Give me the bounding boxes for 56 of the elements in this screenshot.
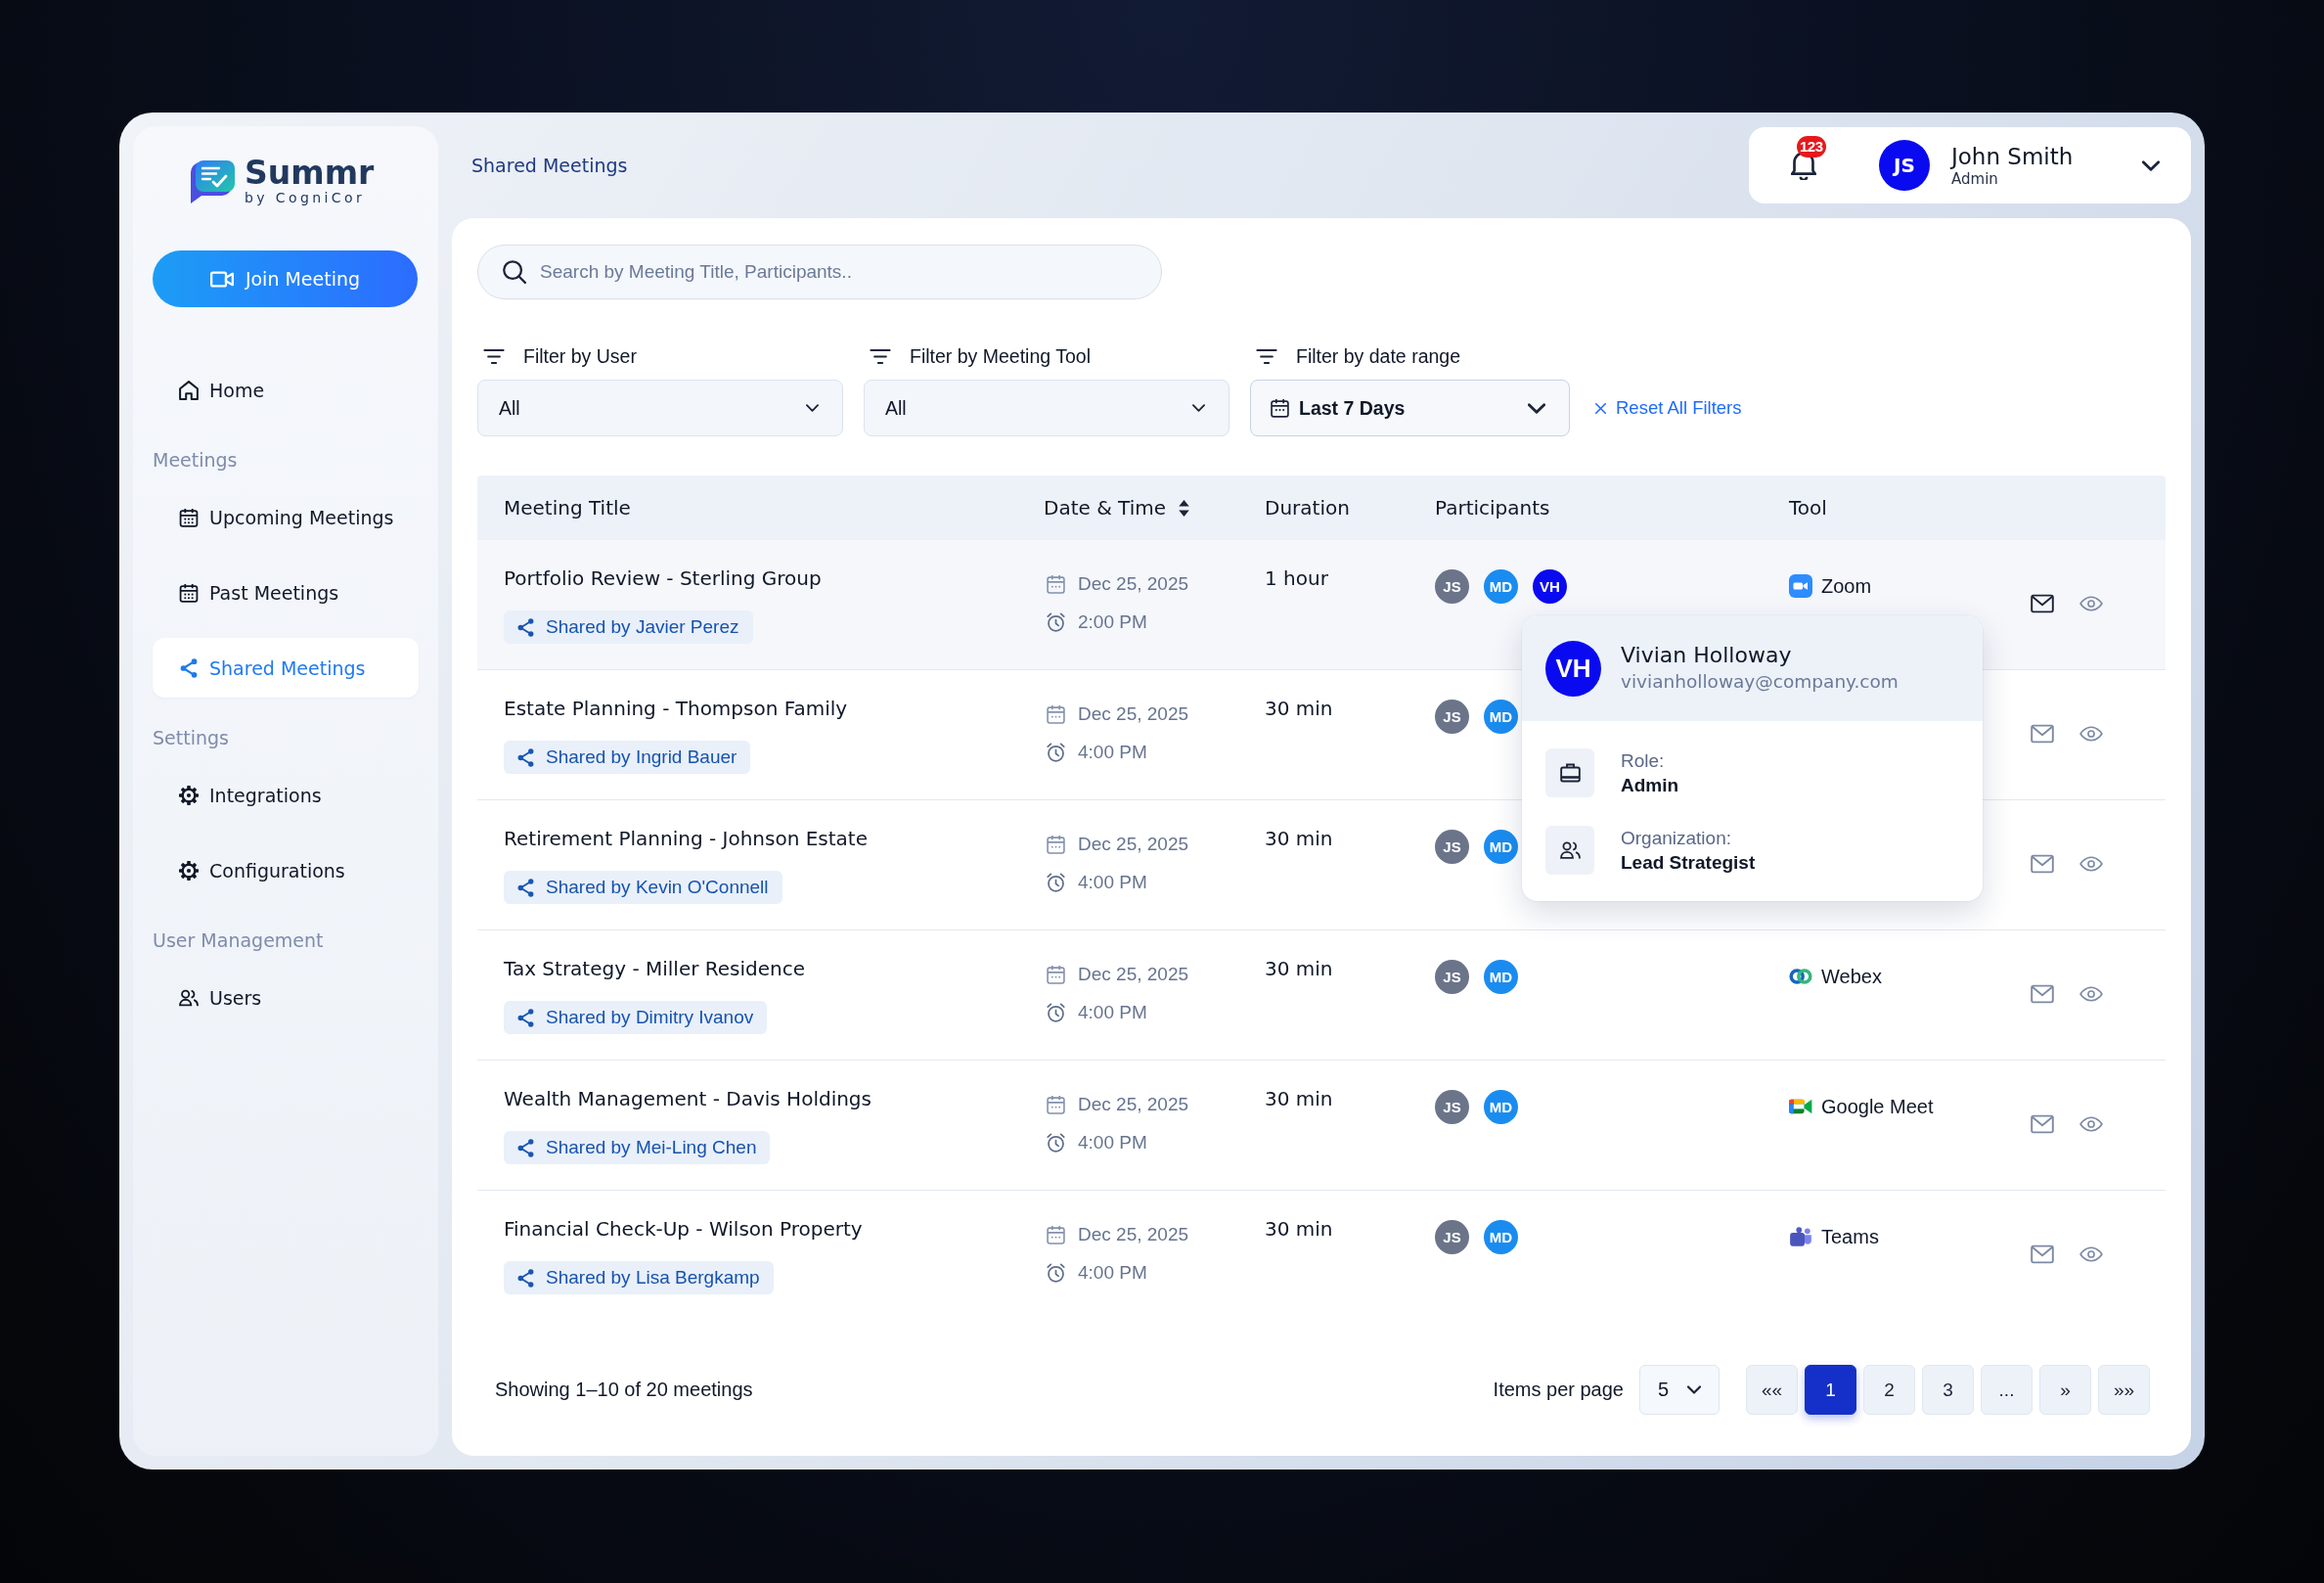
meeting-time: 4:00 PM	[1078, 1002, 1147, 1023]
tool-name: Zoom	[1821, 574, 1872, 598]
section-heading: User Management	[153, 928, 325, 953]
meeting-date: Dec 25, 2025	[1078, 964, 1189, 985]
notification-badge: 123	[1797, 136, 1826, 158]
filter-label: Filter by date range	[1296, 344, 1460, 368]
shared-by-text: Shared by Javier Perez	[546, 616, 739, 638]
brand-name: Summr	[245, 157, 375, 190]
meeting-date: Dec 25, 2025	[1078, 703, 1189, 725]
meeting-duration: 30 min	[1265, 1217, 1333, 1241]
meeting-title: Portfolio Review - Sterling Group	[504, 565, 822, 592]
meeting-title: Retirement Planning - Johnson Estate	[504, 826, 868, 852]
participant-email: vivianholloway@company.com	[1621, 670, 1899, 694]
page-title: Shared Meetings	[470, 155, 628, 176]
participant-name: Vivian Holloway	[1621, 642, 1793, 669]
tool-name: Google Meet	[1821, 1095, 1934, 1118]
meeting-duration: 1 hour	[1265, 566, 1328, 590]
items-per-page-label: Items per page	[1493, 1379, 1624, 1401]
detail-value: Lead Strategist	[1621, 851, 1756, 875]
shared-by-text: Shared by Mei-Ling Chen	[546, 1137, 757, 1158]
shared-by-text: Shared by Lisa Bergkamp	[546, 1267, 760, 1289]
user-role: Admin	[1951, 170, 1999, 188]
meeting-date: Dec 25, 2025	[1078, 1094, 1189, 1115]
meeting-title: Estate Planning - Thompson Family	[504, 696, 848, 722]
participant-avatar: VH	[1545, 640, 1601, 697]
filter-label: Filter by Meeting Tool	[910, 344, 1091, 368]
detail-value: Admin	[1621, 774, 1679, 797]
brand-tagline: by CogniCor	[245, 190, 367, 206]
meeting-time: 4:00 PM	[1078, 1262, 1147, 1284]
detail-label: Role:	[1621, 749, 1666, 773]
shared-by-text: Shared by Dimitry Ivanov	[546, 1007, 754, 1028]
detail-label: Organization:	[1621, 827, 1732, 850]
meeting-duration: 30 min	[1265, 957, 1333, 980]
meeting-duration: 30 min	[1265, 1087, 1333, 1110]
meeting-date: Dec 25, 2025	[1078, 573, 1189, 595]
meeting-time: 4:00 PM	[1078, 742, 1147, 763]
meeting-time: 2:00 PM	[1078, 611, 1147, 633]
section-heading: Settings	[153, 726, 230, 750]
tool-name: Webex	[1821, 965, 1882, 988]
meeting-time: 4:00 PM	[1078, 872, 1147, 893]
section-heading: Meetings	[153, 448, 239, 473]
user-avatar: JS	[1879, 140, 1930, 191]
meeting-title: Tax Strategy - Miller Residence	[504, 956, 806, 982]
tool-name: Teams	[1821, 1225, 1879, 1248]
meeting-time: 4:00 PM	[1078, 1132, 1147, 1153]
shared-by-text: Shared by Kevin O'Connell	[546, 877, 769, 898]
filter-label: Filter by User	[523, 344, 637, 368]
meeting-title: Wealth Management - Davis Holdings	[504, 1086, 872, 1112]
meeting-date: Dec 25, 2025	[1078, 834, 1189, 855]
meeting-duration: 30 min	[1265, 827, 1333, 850]
shared-by-text: Shared by Ingrid Bauer	[546, 746, 737, 768]
meeting-duration: 30 min	[1265, 697, 1333, 720]
meeting-title: Financial Check-Up - Wilson Property	[504, 1216, 863, 1243]
meeting-date: Dec 25, 2025	[1078, 1224, 1189, 1245]
user-name: John Smith	[1951, 143, 2074, 170]
results-summary: Showing 1–10 of 20 meetings	[495, 1379, 753, 1401]
